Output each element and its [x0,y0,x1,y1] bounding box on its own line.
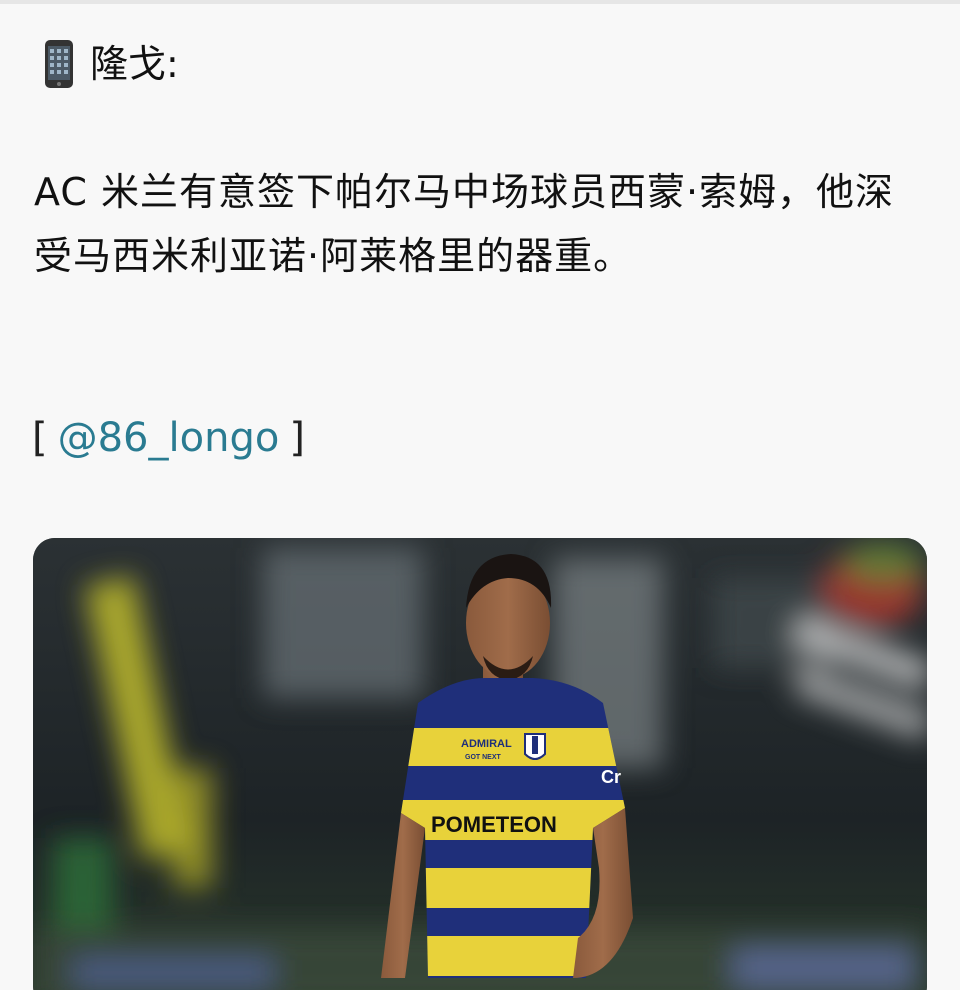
svg-text:Cr: Cr [601,767,621,787]
author-name[interactable]: 隆戈: [90,36,179,92]
post-header: 隆戈: [44,36,179,92]
source-handle-link[interactable]: @86_longo [58,415,280,461]
sponsor-top-text: ADMIRAL [461,738,512,750]
source-bracket-close: ] [289,415,305,461]
post-text: AC 米兰有意签下帕尔马中场球员西蒙·索姆，他深受马西米利亚诺·阿莱格里的器重。 [34,170,895,278]
post-photo[interactable]: ADMIRAL GOT NEXT POMETEON Cr [33,538,927,990]
sponsor-sub-text: GOT NEXT [465,754,502,761]
source-bracket-open: [ [32,415,48,461]
divider [0,0,960,4]
mobile-phone-icon [44,39,74,89]
post-card: 隆戈: AC 米兰有意签下帕尔马中场球员西蒙·索姆，他深受马西米利亚诺·阿莱格里… [0,0,960,990]
sponsor-main-text: POMETEON [431,812,557,837]
source-attribution: [@86_longo] [32,410,305,466]
